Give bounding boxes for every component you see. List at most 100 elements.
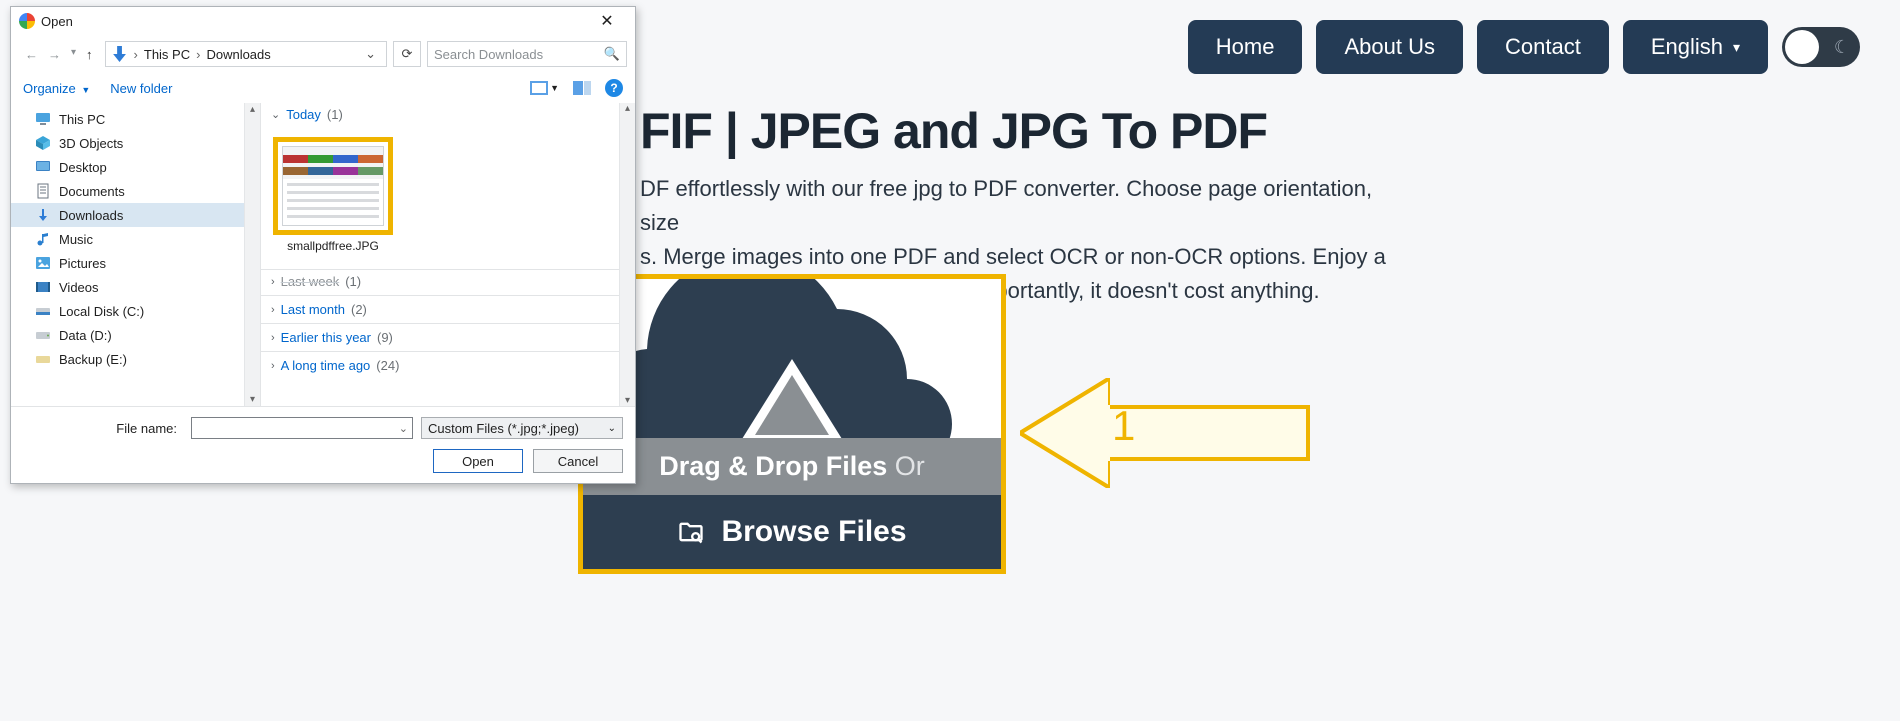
chevron-right-icon: ›	[271, 276, 275, 288]
nav-about-button[interactable]: About Us	[1316, 20, 1463, 74]
sidebar-item-downloads[interactable]: Downloads	[11, 203, 260, 227]
dialog-navigation-row: ← → ▾ ↑ › This PC › Downloads ⌄ ⟳ Search…	[11, 35, 635, 73]
group-label: Last month	[281, 302, 345, 317]
upload-dropzone[interactable]: Drag & Drop Files Or Browse Files	[578, 274, 1006, 574]
desc-line: s. Merge images into one PDF and select …	[640, 244, 1386, 269]
group-label: Earlier this year	[281, 330, 371, 345]
sidebar-item-3d-objects[interactable]: 3D Objects	[11, 131, 260, 155]
chevron-right-icon: ›	[271, 304, 275, 316]
sidebar-item-label: 3D Objects	[59, 136, 123, 151]
breadcrumb-location[interactable]: Downloads	[206, 47, 270, 62]
dragdrop-or: Or	[895, 451, 925, 481]
dialog-body: This PC 3D Objects Desktop Documents	[11, 103, 635, 406]
desc-line: DF effortlessly with our free jpg to PDF…	[640, 176, 1372, 235]
folder-search-icon	[677, 518, 705, 546]
sidebar-item-label: Backup (E:)	[59, 352, 127, 367]
cube-icon	[35, 135, 51, 151]
dropzone-dragdrop-label: Drag & Drop Files Or	[583, 438, 1001, 495]
breadcrumb-dropdown[interactable]: ⌄	[361, 46, 380, 62]
sidebar-item-music[interactable]: Music	[11, 227, 260, 251]
nav-language-select[interactable]: English ▾	[1623, 20, 1768, 74]
sidebar-item-backup-e[interactable]: Backup (E:)	[11, 347, 260, 371]
chevron-down-icon: ▼	[81, 85, 90, 95]
open-button[interactable]: Open	[433, 449, 523, 473]
desktop-icon	[35, 159, 51, 175]
group-last-week[interactable]: › Last week (1)	[261, 269, 619, 293]
dialog-toolbar: Organize ▼ New folder ▼ ?	[11, 73, 635, 103]
search-input[interactable]: Search Downloads 🔍	[427, 41, 627, 67]
pictures-icon	[35, 255, 51, 271]
browse-files-button[interactable]: Browse Files	[583, 495, 1001, 569]
chevron-down-icon: ⌄	[271, 108, 280, 121]
file-thumbnail-icon	[282, 146, 384, 226]
organize-label: Organize	[23, 81, 76, 96]
file-open-dialog: Open ✕ ← → ▾ ↑ › This PC › Downloads ⌄ ⟳…	[10, 6, 636, 484]
group-last-month[interactable]: › Last month (2)	[261, 295, 619, 321]
view-mode-button[interactable]: ▼	[530, 81, 559, 95]
sidebar-item-label: Documents	[59, 184, 125, 199]
dialog-footer: File name: ⌄ Custom Files (*.jpg;*.jpeg)…	[11, 406, 635, 483]
sidebar-item-label: This PC	[59, 112, 105, 127]
dialog-sidebar: This PC 3D Objects Desktop Documents	[11, 103, 261, 406]
pc-icon	[35, 111, 51, 127]
thumbnail-highlight	[273, 137, 393, 235]
nav-arrow-group: ← → ▾ ↑	[19, 47, 99, 62]
file-item-smallpdffree[interactable]: smallpdffree.JPG	[273, 137, 393, 253]
documents-icon	[35, 183, 51, 199]
file-type-filter[interactable]: Custom Files (*.jpg;*.jpeg) ⌄	[421, 417, 623, 439]
videos-icon	[35, 279, 51, 295]
group-count: (2)	[351, 302, 367, 317]
search-placeholder: Search Downloads	[434, 47, 543, 62]
page-title: FIF | JPEG and JPG To PDF	[640, 102, 1267, 160]
file-name-label: smallpdffree.JPG	[273, 239, 393, 253]
filter-label: Custom Files (*.jpg;*.jpeg)	[428, 421, 579, 436]
group-today[interactable]: ⌄ Today (1)	[261, 103, 635, 126]
filename-input[interactable]: ⌄	[191, 417, 413, 439]
chrome-icon	[19, 13, 35, 29]
cancel-button[interactable]: Cancel	[533, 449, 623, 473]
annotation-number-1: 1	[1112, 402, 1135, 450]
sidebar-item-label: Desktop	[59, 160, 107, 175]
group-count: (24)	[376, 358, 399, 373]
nav-back-button[interactable]: ←	[25, 47, 38, 62]
toggle-knob	[1785, 30, 1819, 64]
sidebar-scrollbar[interactable]: ▴ ▾	[244, 103, 260, 406]
chevron-right-icon: ›	[271, 360, 275, 372]
sidebar-item-label: Local Disk (C:)	[59, 304, 144, 319]
nav-up-button[interactable]: ↑	[86, 47, 93, 62]
music-icon	[35, 231, 51, 247]
theme-toggle[interactable]: ☾	[1782, 27, 1860, 67]
drive-icon	[35, 303, 51, 319]
chevron-down-icon: ▼	[550, 83, 559, 93]
site-topnav: Home About Us Contact English ▾ ☾	[1188, 20, 1860, 74]
annotation-arrow-1: 1	[1020, 378, 1310, 488]
help-button[interactable]: ?	[605, 79, 623, 97]
sidebar-item-label: Pictures	[59, 256, 106, 271]
nav-recent-chevron[interactable]: ▾	[71, 47, 76, 62]
sidebar-item-data-d[interactable]: Data (D:)	[11, 323, 260, 347]
organize-menu-button[interactable]: Organize ▼	[23, 81, 90, 96]
sidebar-item-pictures[interactable]: Pictures	[11, 251, 260, 275]
group-count: (1)	[345, 274, 361, 289]
close-button[interactable]: ✕	[587, 11, 627, 31]
nav-contact-button[interactable]: Contact	[1477, 20, 1609, 74]
search-icon: 🔍	[604, 46, 620, 62]
refresh-button[interactable]: ⟳	[393, 41, 421, 67]
filearea-scrollbar[interactable]: ▴ ▾	[619, 103, 635, 406]
group-long-time-ago[interactable]: › A long time ago (24)	[261, 351, 619, 377]
sidebar-item-documents[interactable]: Documents	[11, 179, 260, 203]
sidebar-item-this-pc[interactable]: This PC	[11, 107, 260, 131]
sidebar-item-local-disk-c[interactable]: Local Disk (C:)	[11, 299, 260, 323]
breadcrumb-root[interactable]: This PC	[144, 47, 190, 62]
group-earlier-this-year[interactable]: › Earlier this year (9)	[261, 323, 619, 349]
breadcrumb[interactable]: › This PC › Downloads ⌄	[105, 41, 387, 67]
preview-pane-button[interactable]	[573, 81, 591, 95]
nav-forward-button[interactable]: →	[48, 47, 61, 62]
sidebar-item-videos[interactable]: Videos	[11, 275, 260, 299]
sidebar-item-desktop[interactable]: Desktop	[11, 155, 260, 179]
group-count: (1)	[327, 107, 343, 122]
nav-home-button[interactable]: Home	[1188, 20, 1303, 74]
new-folder-button[interactable]: New folder	[110, 81, 172, 96]
filename-label: File name:	[23, 421, 183, 436]
browse-files-label: Browse Files	[721, 515, 906, 549]
